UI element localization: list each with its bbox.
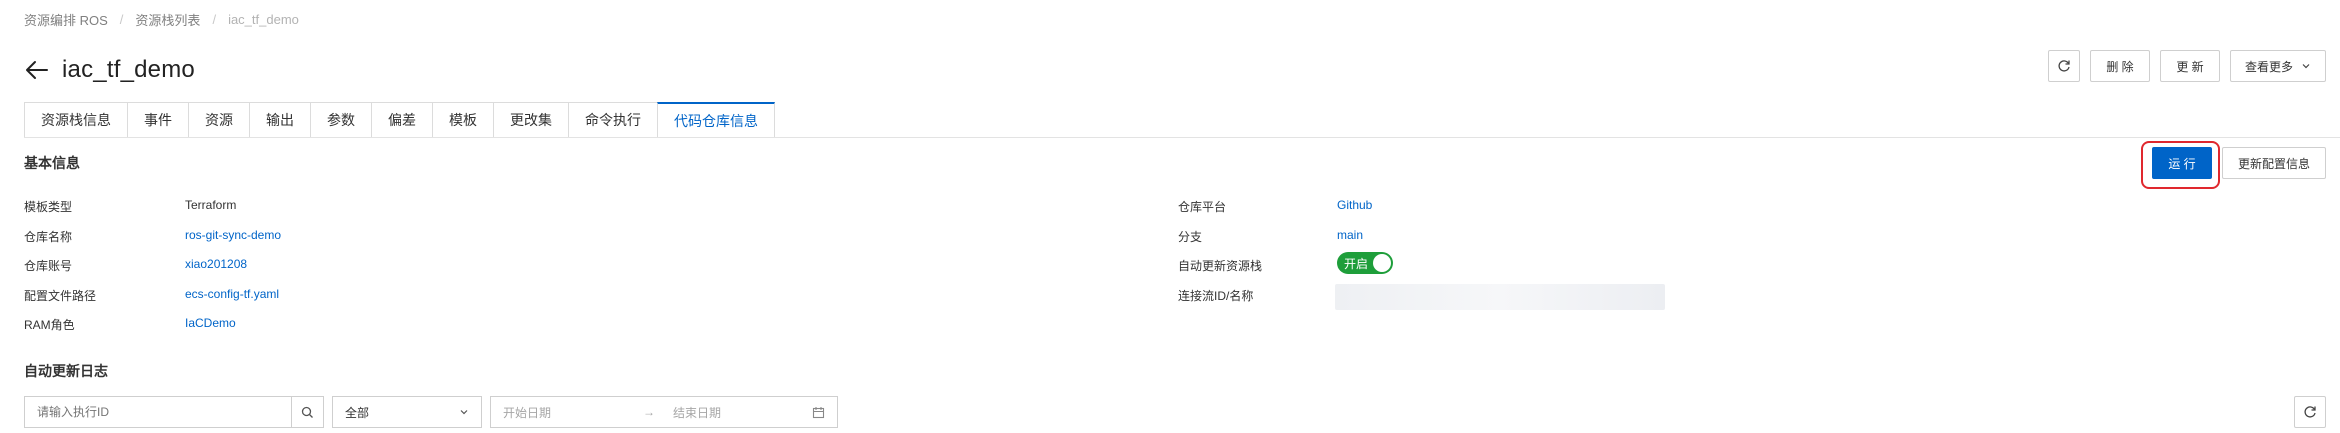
- tab-bar: 资源栈信息 事件 资源 输出 参数 偏差 模板 更改集 命令执行 代码仓库信息: [24, 102, 775, 138]
- toggle-knob: [1373, 254, 1391, 272]
- connection-value-redacted: [1335, 284, 1665, 310]
- tab-command-execution[interactable]: 命令执行: [568, 102, 657, 138]
- repo-account-label: 仓库账号: [24, 259, 73, 273]
- toggle-on-text: 开启: [1344, 256, 1369, 271]
- tab-parameters[interactable]: 参数: [310, 102, 371, 138]
- basic-info-title: 基本信息: [24, 155, 80, 171]
- config-path-label: 配置文件路径: [24, 289, 97, 303]
- refresh-icon: [2058, 60, 2070, 72]
- breadcrumb-item-ros[interactable]: 资源编排 ROS: [24, 10, 108, 29]
- status-select-value: 全部: [345, 405, 370, 420]
- log-refresh-button[interactable]: [2294, 396, 2326, 428]
- repo-name-label: 仓库名称: [24, 230, 73, 244]
- auto-update-label: 自动更新资源栈: [1178, 259, 1263, 273]
- breadcrumb: 资源编排 ROS / 资源栈列表 / iac_tf_demo: [24, 10, 299, 28]
- repo-platform-label: 仓库平台: [1178, 200, 1227, 214]
- breadcrumb-current: iac_tf_demo: [228, 11, 299, 27]
- back-arrow-icon[interactable]: [24, 57, 50, 83]
- ram-role-link[interactable]: IaCDemo: [185, 316, 236, 330]
- tab-outputs[interactable]: 输出: [249, 102, 310, 138]
- date-range-picker[interactable]: 开始日期 → 结束日期: [490, 396, 838, 428]
- delete-button[interactable]: 删 除: [2090, 50, 2150, 82]
- tabs-divider: [24, 137, 2340, 138]
- tab-stack-info[interactable]: 资源栈信息: [24, 102, 127, 138]
- repo-platform-link[interactable]: Github: [1337, 198, 1372, 212]
- config-path-link[interactable]: ecs-config-tf.yaml: [185, 287, 279, 301]
- update-config-button[interactable]: 更新配置信息: [2222, 147, 2326, 179]
- run-button[interactable]: 运 行: [2152, 147, 2212, 179]
- status-select[interactable]: 全部: [332, 396, 482, 428]
- breadcrumb-item-stack-list[interactable]: 资源栈列表: [135, 10, 200, 29]
- page-header: iac_tf_demo: [24, 52, 195, 88]
- refresh-icon: [2304, 406, 2316, 418]
- branch-link[interactable]: main: [1337, 228, 1363, 242]
- tab-resources[interactable]: 资源: [188, 102, 249, 138]
- refresh-button[interactable]: [2048, 50, 2080, 82]
- tab-code-repository[interactable]: 代码仓库信息: [657, 102, 775, 138]
- repo-name-link[interactable]: ros-git-sync-demo: [185, 228, 281, 242]
- page-title: iac_tf_demo: [62, 56, 195, 83]
- chevron-down-icon: [2302, 64, 2310, 69]
- tab-change-sets[interactable]: 更改集: [493, 102, 568, 138]
- connection-label: 连接流ID/名称: [1178, 289, 1254, 303]
- ram-role-label: RAM角色: [24, 318, 75, 332]
- update-button[interactable]: 更 新: [2160, 50, 2220, 82]
- branch-label: 分支: [1178, 230, 1203, 244]
- tab-template[interactable]: 模板: [432, 102, 493, 138]
- end-date-input[interactable]: 结束日期: [673, 404, 812, 421]
- calendar-icon: [812, 406, 825, 418]
- execution-id-input[interactable]: [25, 397, 291, 427]
- tab-drift[interactable]: 偏差: [371, 102, 432, 138]
- more-dropdown[interactable]: 查看更多: [2230, 50, 2326, 82]
- search-icon: [301, 406, 313, 418]
- breadcrumb-separator: /: [212, 11, 217, 27]
- execution-id-search: [24, 396, 324, 428]
- search-button[interactable]: [291, 397, 323, 427]
- auto-update-toggle[interactable]: 开启: [1337, 252, 1393, 274]
- start-date-input[interactable]: 开始日期: [503, 404, 643, 421]
- chevron-down-icon: [460, 410, 468, 415]
- more-label: 查看更多: [2244, 59, 2293, 74]
- tab-events[interactable]: 事件: [127, 102, 188, 138]
- template-type-value: Terraform: [185, 198, 237, 212]
- range-arrow-icon: →: [643, 405, 655, 419]
- auto-update-log-title: 自动更新日志: [24, 363, 108, 379]
- breadcrumb-separator: /: [119, 11, 124, 27]
- template-type-label: 模板类型: [24, 200, 73, 214]
- repo-account-link[interactable]: xiao201208: [185, 257, 247, 271]
